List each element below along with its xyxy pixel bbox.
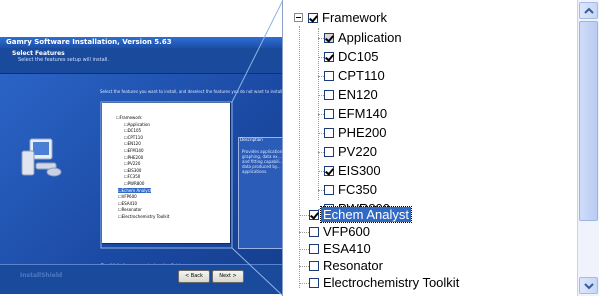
node-label: EFM140 bbox=[338, 106, 388, 121]
zoomed-feature-panel: Framework Application DC105 CPT110 EN120 EFM… bbox=[282, 0, 599, 296]
mini-tree-item[interactable]: ☐PHE200 bbox=[124, 155, 143, 160]
mini-tree-item[interactable]: ☐VFP600 bbox=[118, 194, 137, 199]
scroll-up-button[interactable] bbox=[579, 2, 598, 19]
mini-tree-item[interactable]: ☐Electrochemistry Toolkit bbox=[118, 214, 169, 219]
mini-tree-item[interactable]: ☐Framework bbox=[116, 115, 142, 120]
tree-node-pv220[interactable]: PV220 bbox=[324, 142, 379, 161]
mini-tree-item[interactable]: ☐ESA410 bbox=[118, 201, 137, 206]
vfp600-checkbox[interactable] bbox=[309, 226, 319, 237]
computer-icon bbox=[20, 137, 64, 179]
installer-window: Gamry Software Installation, Version 5.6… bbox=[0, 37, 290, 294]
tree-node-fc350[interactable]: FC350 bbox=[324, 180, 379, 199]
pv220-checkbox[interactable] bbox=[324, 146, 334, 157]
back-button[interactable]: < Back bbox=[178, 270, 210, 283]
mini-tree-item[interactable]: ☐EFM140 bbox=[124, 148, 144, 153]
node-label: PV220 bbox=[338, 144, 378, 159]
installer-footer bbox=[0, 264, 290, 294]
installer-header: Select Features Select the features setu… bbox=[0, 48, 290, 74]
installer-titlebar: Gamry Software Installation, Version 5.6… bbox=[0, 37, 290, 48]
tree-connector bbox=[299, 232, 309, 233]
description-title: Description bbox=[240, 137, 263, 142]
efm140-checkbox[interactable] bbox=[324, 108, 334, 119]
mini-tree-item[interactable]: ☐EN120 bbox=[124, 141, 141, 146]
application-checkbox[interactable] bbox=[324, 32, 334, 43]
mini-tree-item[interactable]: ☐CPT110 bbox=[124, 135, 143, 140]
collapse-icon[interactable] bbox=[294, 13, 303, 22]
tree-node-dc105[interactable]: DC105 bbox=[324, 47, 380, 66]
tree-node-framework[interactable]: Framework bbox=[294, 8, 389, 27]
echem-analyst-checkbox[interactable] bbox=[309, 209, 319, 220]
phe200-checkbox[interactable] bbox=[324, 127, 334, 138]
installer-header-subtitle: Select the features setup will install. bbox=[18, 57, 110, 63]
node-label: DC105 bbox=[338, 49, 379, 64]
cpt110-checkbox[interactable] bbox=[324, 70, 334, 81]
node-label: Resonator bbox=[323, 258, 383, 273]
mini-feature-tree: ☐Framework ☐Application ☐DC105 ☐CPT110 ☐EN12… bbox=[101, 102, 231, 244]
node-label: Framework bbox=[322, 10, 388, 25]
installer-instruction: Select the features you want to install,… bbox=[100, 89, 284, 94]
tree-connector bbox=[299, 215, 309, 216]
node-label: VFP600 bbox=[323, 224, 370, 239]
node-label: FC350 bbox=[338, 182, 378, 197]
node-label: EN120 bbox=[338, 87, 378, 102]
node-label: ESA410 bbox=[323, 241, 371, 256]
node-label: Echem Analyst bbox=[320, 206, 412, 223]
mini-tree-item[interactable]: ☐Echem Analyst bbox=[118, 187, 152, 193]
eis300-checkbox[interactable] bbox=[324, 165, 334, 176]
feature-tree: Framework Application DC105 CPT110 EN120 EFM… bbox=[283, 0, 579, 296]
chevron-down-icon bbox=[584, 283, 594, 290]
tree-node-cpt110[interactable]: CPT110 bbox=[324, 66, 387, 85]
node-label: PHE200 bbox=[338, 125, 387, 140]
installer-header-title: Select Features bbox=[12, 50, 65, 57]
tree-node-en120[interactable]: EN120 bbox=[324, 85, 380, 104]
framework-checkbox[interactable] bbox=[308, 12, 318, 23]
mini-tree-item[interactable]: ☐FC350 bbox=[124, 174, 140, 179]
esa410-checkbox[interactable] bbox=[309, 243, 319, 254]
mini-tree-item[interactable]: ☐Resonator bbox=[118, 207, 142, 212]
electrochemistry-toolkit-checkbox[interactable] bbox=[309, 277, 319, 288]
mini-tree-item[interactable]: ☐PWR800 bbox=[124, 181, 144, 186]
node-label: CPT110 bbox=[338, 68, 385, 83]
scroll-thumb[interactable] bbox=[579, 21, 598, 221]
tree-node-phe200[interactable]: PHE200 bbox=[324, 123, 388, 142]
mini-tree-item[interactable]: ☐EIS300 bbox=[124, 168, 141, 173]
tree-connector bbox=[299, 283, 309, 284]
vertical-scrollbar[interactable] bbox=[577, 0, 599, 296]
dc105-checkbox[interactable] bbox=[324, 51, 334, 62]
chevron-up-icon bbox=[584, 7, 594, 14]
mini-tree-item[interactable]: ☐DC105 bbox=[124, 128, 141, 133]
node-label: Electrochemistry Toolkit bbox=[323, 275, 460, 290]
next-button[interactable]: Next > bbox=[212, 270, 244, 283]
tree-connector bbox=[299, 249, 309, 250]
node-label: Application bbox=[338, 30, 402, 45]
resonator-checkbox[interactable] bbox=[309, 260, 319, 271]
tree-node-electrochemistry-toolkit[interactable]: Electrochemistry Toolkit bbox=[309, 273, 461, 292]
tree-connector bbox=[299, 266, 309, 267]
installshield-brand: InstallShield bbox=[20, 272, 63, 279]
node-label: EIS300 bbox=[338, 163, 381, 178]
scroll-down-button[interactable] bbox=[579, 277, 598, 294]
mini-tree-item[interactable]: ☐PV220 bbox=[124, 161, 140, 166]
mini-tree-item[interactable]: ☐Application bbox=[124, 122, 150, 127]
en120-checkbox[interactable] bbox=[324, 89, 334, 100]
fc350-checkbox[interactable] bbox=[324, 184, 334, 195]
tree-node-application[interactable]: Application bbox=[324, 28, 404, 47]
tree-node-efm140[interactable]: EFM140 bbox=[324, 104, 389, 123]
tree-node-eis300[interactable]: EIS300 bbox=[324, 161, 383, 180]
